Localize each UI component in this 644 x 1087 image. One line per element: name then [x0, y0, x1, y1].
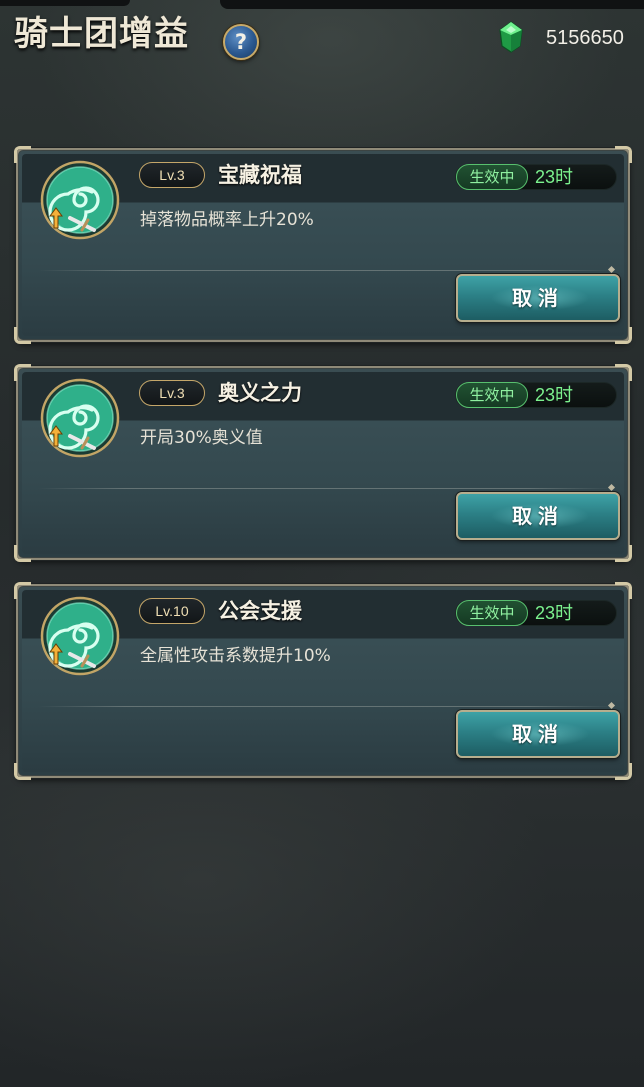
level-badge: Lv.10 — [139, 598, 205, 624]
divider — [38, 270, 614, 271]
frame-corner — [615, 763, 632, 780]
buff-card: Lv.3 奥义之力 生效中 23时 开局30%奥义值 取消 — [14, 364, 632, 562]
frame-corner — [14, 582, 31, 599]
buff-description: 全属性攻击系数提升10% — [140, 646, 331, 666]
divider — [38, 488, 614, 489]
frame-corner — [615, 364, 632, 381]
frame-corner — [615, 146, 632, 163]
status-label: 生效中 — [456, 382, 528, 408]
buff-card: Lv.3 宝藏祝福 生效中 23时 掉落物品概率上升20% 取消 — [14, 146, 632, 344]
frame-corner — [14, 364, 31, 381]
cancel-button[interactable]: 取消 — [456, 710, 620, 758]
status-badge: 生效中 23时 — [455, 600, 617, 626]
status-badge: 生效中 23时 — [455, 382, 617, 408]
divider — [38, 706, 614, 707]
buff-description: 掉落物品概率上升20% — [140, 210, 314, 230]
page-title: 骑士团增益 — [14, 14, 189, 54]
buff-name: 宝藏祝福 — [218, 163, 302, 187]
frame-corner — [14, 763, 31, 780]
status-time-left: 23时 — [535, 385, 574, 405]
swirl-buff-icon — [40, 596, 120, 676]
frame-corner — [615, 545, 632, 562]
swirl-buff-icon — [40, 378, 120, 458]
status-time-left: 23时 — [535, 167, 574, 187]
frame-corner — [14, 545, 31, 562]
buff-name: 奥义之力 — [218, 381, 302, 405]
help-button[interactable]: ? — [223, 24, 259, 60]
status-time-left: 23时 — [535, 603, 574, 623]
header: 骑士团增益 ? 5156650 — [0, 0, 644, 80]
status-badge: 生效中 23时 — [455, 164, 617, 190]
buff-name: 公会支援 — [218, 599, 302, 623]
cancel-button[interactable]: 取消 — [456, 274, 620, 322]
frame-corner — [14, 327, 31, 344]
swirl-buff-icon — [40, 160, 120, 240]
currency-value: 5156650 — [546, 27, 624, 49]
buff-description: 开局30%奥义值 — [140, 428, 263, 448]
status-label: 生效中 — [456, 600, 528, 626]
level-badge: Lv.3 — [139, 380, 205, 406]
frame-corner — [615, 327, 632, 344]
level-badge: Lv.3 — [139, 162, 205, 188]
cancel-button[interactable]: 取消 — [456, 492, 620, 540]
green-gem-icon — [499, 21, 523, 53]
status-label: 生效中 — [456, 164, 528, 190]
frame-corner — [615, 582, 632, 599]
buff-card: Lv.10 公会支援 生效中 23时 全属性攻击系数提升10% 取消 — [14, 582, 632, 780]
frame-corner — [14, 146, 31, 163]
